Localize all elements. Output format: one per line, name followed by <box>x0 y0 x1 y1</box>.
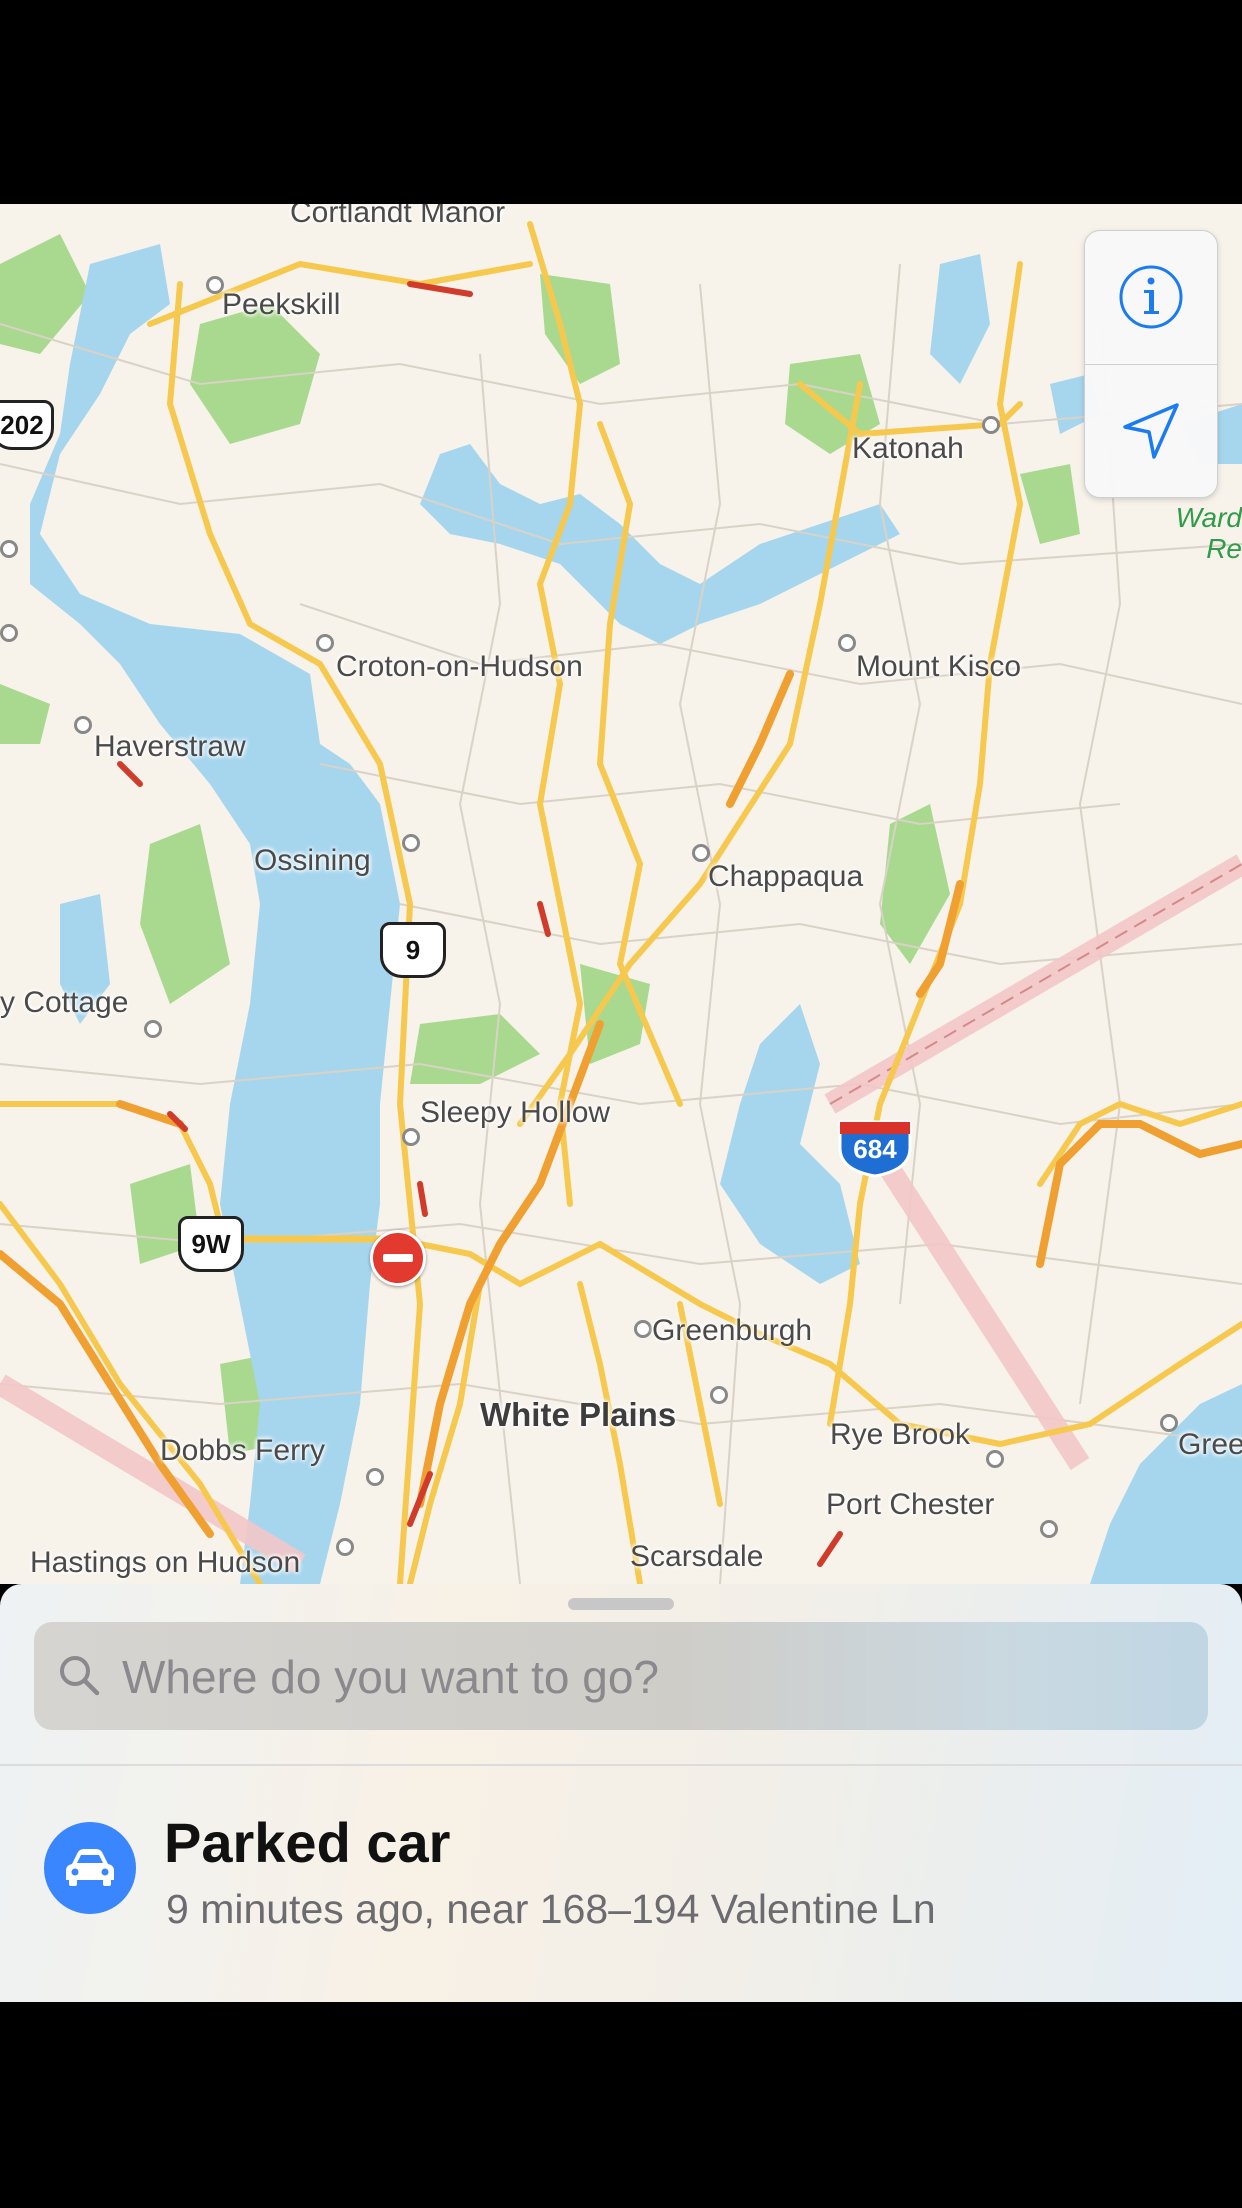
place-label: Greenburgh <box>652 1314 813 1347</box>
town-marker <box>710 1386 728 1404</box>
info-button[interactable] <box>1085 231 1217 363</box>
park-label-line: Ward <box>1175 502 1242 533</box>
suggestion-subtitle: 9 minutes ago, near 168–194 Valentine Ln <box>166 1886 936 1932</box>
search-sheet[interactable]: Parked car 9 minutes ago, near 168–194 V… <box>0 1584 1242 2002</box>
interstate-number: 684 <box>853 1134 897 1164</box>
route-shield-us-9: 9 <box>380 922 446 978</box>
place-label: Sleepy Hollow <box>420 1096 611 1129</box>
parked-car-suggestion[interactable]: Parked car 9 minutes ago, near 168–194 V… <box>0 1766 1242 2002</box>
place-label: Mount Kisco <box>856 650 1022 683</box>
place-label: Port Chester <box>826 1488 995 1521</box>
interstate-shield-684: 684 <box>836 1118 914 1178</box>
place-label: Ossining <box>254 844 371 877</box>
map-canvas <box>0 221 1242 1584</box>
place-label: Haverstraw <box>94 730 246 763</box>
place-label: Cortlandt Manor <box>290 204 506 229</box>
road-closure-icon[interactable] <box>370 1230 426 1286</box>
suggestion-title: Parked car <box>164 1811 451 1874</box>
map-view[interactable]: Cortlandt Manor Peekskill Katonah Croton… <box>0 204 1242 1584</box>
place-label: Chappaqua <box>708 860 864 893</box>
place-label: Hastings on Hudson <box>30 1546 301 1579</box>
place-label: Katonah <box>852 432 964 465</box>
search-bar[interactable] <box>34 1622 1208 1730</box>
town-marker <box>316 634 334 652</box>
town-marker <box>982 416 1000 434</box>
place-label: Scarsdale <box>630 1540 764 1573</box>
route-shield-us-202: 202 <box>0 400 54 450</box>
place-label: Croton-on-Hudson <box>336 650 583 683</box>
place-label: y Cottage <box>0 986 129 1019</box>
current-location-button[interactable] <box>1085 365 1217 497</box>
town-marker <box>986 1450 1004 1468</box>
town-marker <box>144 1020 162 1038</box>
map-controls <box>1084 230 1218 498</box>
town-marker <box>74 716 92 734</box>
place-label: Gree <box>1178 1428 1242 1461</box>
park-label-line: Re <box>1206 533 1242 564</box>
park-label: Ward Re <box>1160 502 1242 564</box>
town-marker <box>366 1468 384 1486</box>
town-marker <box>634 1320 652 1338</box>
town-marker <box>1040 1520 1058 1538</box>
town-marker <box>402 834 420 852</box>
route-shield-us-9w: 9W <box>178 1216 244 1272</box>
location-arrow-icon <box>1123 403 1179 459</box>
car-icon <box>44 1822 136 1914</box>
town-marker <box>336 1538 354 1556</box>
town-marker <box>1160 1414 1178 1432</box>
place-label: Rye Brook <box>830 1418 971 1451</box>
search-input[interactable] <box>120 1642 1184 1712</box>
town-marker <box>0 540 18 558</box>
info-icon <box>1119 265 1183 329</box>
town-marker <box>0 624 18 642</box>
town-marker <box>402 1128 420 1146</box>
place-label: Dobbs Ferry <box>160 1434 326 1467</box>
sheet-grabber[interactable] <box>568 1598 674 1610</box>
search-icon <box>60 1656 100 1696</box>
place-label: White Plains <box>480 1396 677 1433</box>
place-label: Peekskill <box>222 288 341 321</box>
town-marker <box>838 634 856 652</box>
